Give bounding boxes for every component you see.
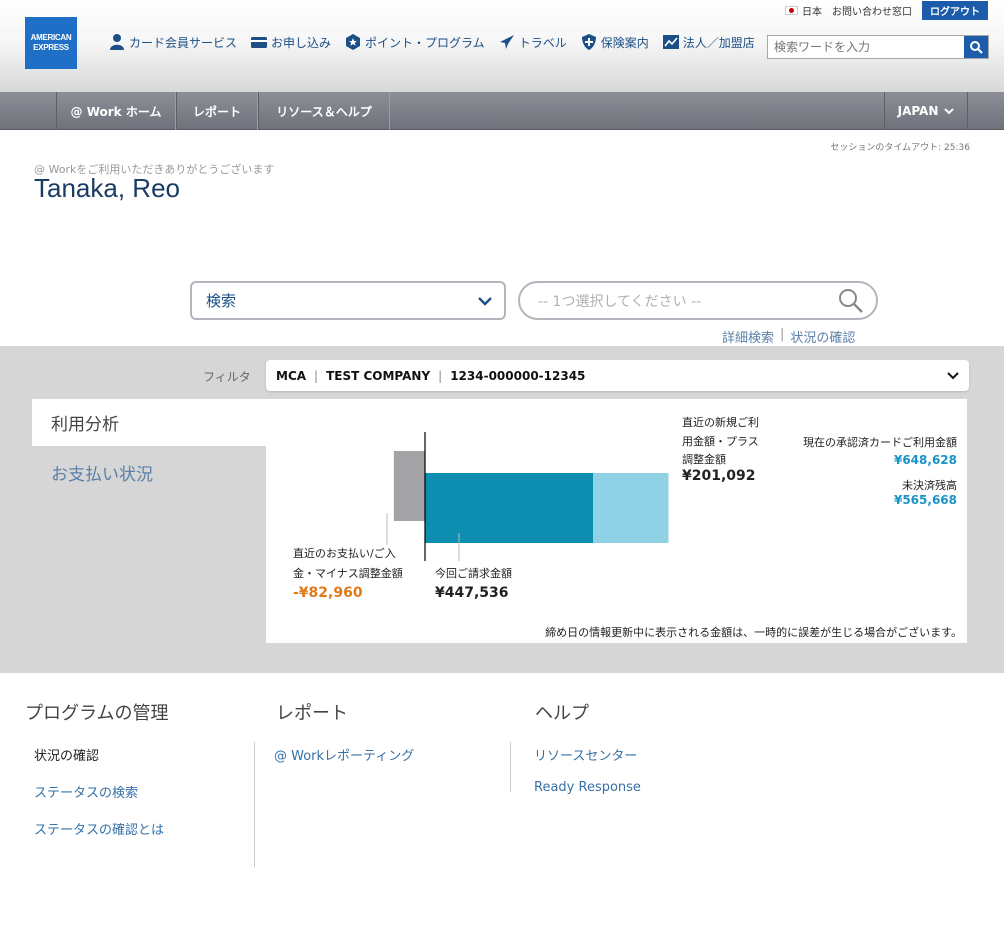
main-navbar: @ Work ホーム レポート リソース＆ヘルプ JAPAN [0,92,1004,130]
footer-link-status-check[interactable]: 状況の確認 [34,745,99,764]
country-link[interactable]: 日本 [802,3,822,18]
payment-bar [393,451,425,521]
tab-resources-help[interactable]: リソース＆ヘルプ [258,92,390,130]
filter-account: 1234-000000-12345 [450,368,586,383]
usage-analysis-panel: 直近のお支払い/ご入 金・マイナス調整金額 -¥82,960 今回ご請求金額 ¥… [266,399,967,643]
footer-link-status-search[interactable]: ステータスの検索 [34,782,138,801]
side-tab-payment-status[interactable]: お支払い状況 [51,460,153,485]
new-usage-label-1: 直近の新規ご利 [682,416,759,429]
bill-bar [425,473,593,543]
footer-divider [510,742,511,792]
person-icon [110,34,124,50]
new-usage-bar [593,473,669,543]
unsettled-balance-label: 未決済残高 [902,479,957,492]
footer-link-ready-response[interactable]: Ready Response [534,780,641,795]
topnav-apply[interactable]: お申し込み [250,33,331,51]
amex-logo[interactable]: AMERICAN EXPRESS [25,17,77,69]
search-category-select[interactable]: 検索 [190,281,506,320]
page: AMERICAN EXPRESS カード会員サービス お申し込み ポイント・プロ… [0,0,1004,949]
utility-links: 日本 お問い合わせ窓口 ログアウト [785,1,988,20]
topnav-label: 法人／加盟店 [682,35,755,50]
advanced-search-link[interactable]: 詳細検索 [722,327,774,346]
card-icon [251,37,268,48]
footer-report-title: レポート [276,703,348,724]
payment-label-2: 金・マイナス調整金額 [293,567,403,580]
new-usage-label-3: 調整金額 [682,453,726,466]
filter-label: フィルタ [203,370,251,384]
topnav-card-member[interactable]: カード会員サービス [108,33,237,51]
topnav-insurance[interactable]: 保険案内 [580,33,649,51]
bill-label: 今回ご請求金額 [435,567,512,580]
chevron-down-icon [944,108,955,115]
shield-icon [581,34,596,50]
logo-line-2: EXPRESS [33,43,69,52]
airplane-icon [499,35,514,49]
filter-separator: | [314,368,319,383]
topnav-label: トラベル [518,35,567,50]
filter-value: MCA | TEST COMPANY | 1234-000000-12345 [276,369,585,383]
payment-label-1: 直近のお支払い/ご入 [293,547,396,560]
footer-help-title: ヘルプ [535,703,589,724]
japan-flag-icon [785,6,798,15]
footer-link-status-about[interactable]: ステータスの確認とは [34,819,164,838]
footer-link-work-reporting[interactable]: @ Workレポーティング [274,745,414,764]
star-badge-icon [346,34,361,50]
topnav-label: カード会員サービス [129,35,238,50]
filter-company: TEST COMPANY [326,368,431,383]
approved-usage-amount: ¥648,628 [893,453,957,467]
chart-icon [662,35,679,49]
search-category-value: 検索 [206,292,237,310]
topnav-travel[interactable]: トラベル [498,33,567,51]
site-search-button[interactable] [964,36,988,58]
status-check-link[interactable]: 状況の確認 [790,327,855,346]
topnav-label: お申し込み [271,35,332,50]
chevron-down-icon [478,296,492,306]
update-notice: 締め日の情報更新中に表示される金額は、一時的に誤差が生じる場合がございます。 [545,626,962,639]
approved-usage-label: 現在の承認済カードご利用金額 [803,436,957,449]
record-search-placeholder: -- 1つ選択してください -- [538,293,702,310]
side-tab-usage-analysis[interactable]: 利用分析 [32,399,266,446]
logo-line-1: AMERICAN [30,33,72,42]
new-usage-label-2: 用金額・プラス [682,435,759,448]
payment-amount: -¥82,960 [293,585,363,601]
filter-program: MCA [276,368,307,383]
search-icon [970,41,983,54]
topnav-points[interactable]: ポイント・プログラム [344,33,485,51]
footer-link-resource-center[interactable]: リソースセンター [534,745,637,764]
topnav-label: 保険案内 [600,35,649,50]
region-selector[interactable]: JAPAN [884,92,968,130]
tab-work-home[interactable]: @ Work ホーム [56,92,176,130]
filter-separator: | [438,368,443,383]
chevron-down-icon [947,371,959,379]
top-navigation: カード会員サービス お申し込み ポイント・プログラム トラベル 保険案内 法人／… [108,33,768,51]
new-usage-amount: ¥201,092 [682,468,756,484]
site-search-input[interactable] [768,36,964,58]
filter-select[interactable]: MCA | TEST COMPANY | 1234-000000-12345 [266,360,969,391]
unsettled-balance-amount: ¥565,668 [893,493,957,507]
user-name: Tanaka, Reo [34,173,180,203]
topnav-corporate[interactable]: 法人／加盟店 [662,33,755,51]
bill-amount: ¥447,536 [435,585,509,601]
session-timeout: セッションのタイムアウト: 25:36 [830,143,970,153]
site-search [767,35,989,59]
contact-link[interactable]: お問い合わせ窓口 [832,3,912,18]
search-icon[interactable] [838,288,864,314]
search-links: 詳細検索 | 状況の確認 [722,327,855,346]
header: AMERICAN EXPRESS カード会員サービス お申し込み ポイント・プロ… [0,0,1004,92]
tab-reports[interactable]: レポート [176,92,258,130]
link-separator: | [780,327,785,342]
footer-divider [254,742,255,867]
footer-program-title: プログラムの管理 [25,703,169,724]
topnav-label: ポイント・プログラム [365,35,485,50]
record-search-input[interactable]: -- 1つ選択してください -- [518,281,878,320]
logout-button[interactable]: ログアウト [922,1,988,20]
region-label: JAPAN [897,104,939,118]
